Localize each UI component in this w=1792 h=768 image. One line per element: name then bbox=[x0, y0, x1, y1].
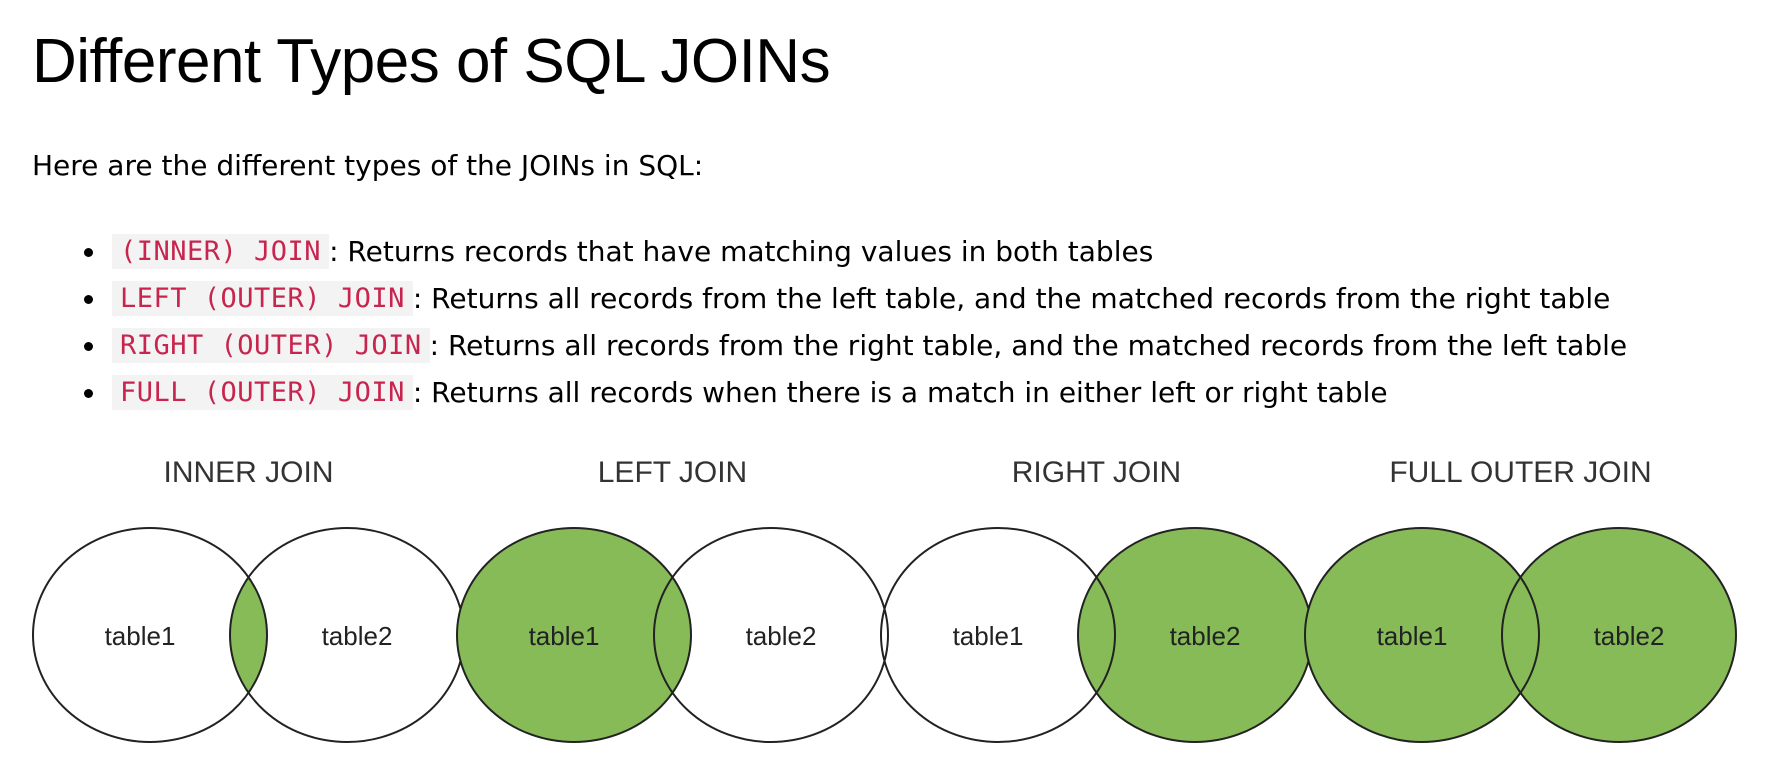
list-item-right-join: RIGHT (OUTER) JOIN : Returns all records… bbox=[0, 322, 1627, 369]
join-code: LEFT (OUTER) JOIN bbox=[112, 281, 413, 316]
left-table-label: table1 bbox=[1377, 621, 1448, 651]
join-code: RIGHT (OUTER) JOIN bbox=[112, 328, 430, 363]
left-table-label: table1 bbox=[105, 621, 176, 651]
list-item-full-join: FULL (OUTER) JOIN : Returns all records … bbox=[0, 369, 1627, 416]
right-table-label: table2 bbox=[1170, 621, 1241, 651]
intro-text: Here are the different types of the JOIN… bbox=[32, 149, 704, 182]
join-description: : Returns all records when there is a ma… bbox=[412, 376, 1388, 409]
left-table-label: table1 bbox=[953, 621, 1024, 651]
page-title: Different Types of SQL JOINs bbox=[32, 27, 831, 96]
venn-diagrams-svg: INNER JOIN table1 table2 LEFT JOIN table1 tab… bbox=[32, 456, 1737, 743]
right-table-label: table2 bbox=[322, 621, 393, 651]
diagram-title: LEFT JOIN bbox=[598, 456, 747, 489]
join-venn-diagrams: INNER JOIN table1 table2 LEFT JOIN table1 tab… bbox=[0, 445, 1792, 768]
join-types-list: (INNER) JOIN : Returns records that have… bbox=[0, 228, 1627, 416]
venn-right-join: RIGHT JOIN table1 table2 bbox=[880, 456, 1313, 743]
right-table-label: table2 bbox=[1594, 621, 1665, 651]
diagram-title: INNER JOIN bbox=[163, 456, 333, 489]
venn-inner-join: INNER JOIN table1 table2 bbox=[32, 456, 465, 743]
join-description: : Returns all records from the right tab… bbox=[429, 329, 1628, 362]
bullet-icon bbox=[84, 341, 93, 351]
join-description: : Returns all records from the left tabl… bbox=[412, 282, 1611, 315]
venn-full-outer-join: FULL OUTER JOIN table1 table2 bbox=[1304, 456, 1737, 743]
bullet-icon bbox=[84, 247, 93, 257]
diagram-title: FULL OUTER JOIN bbox=[1389, 456, 1651, 489]
right-table-label: table2 bbox=[746, 621, 817, 651]
list-item-inner-join: (INNER) JOIN : Returns records that have… bbox=[0, 228, 1627, 275]
bullet-icon bbox=[84, 294, 93, 304]
venn-left-join: LEFT JOIN table1 table2 bbox=[456, 456, 889, 743]
list-item-left-join: LEFT (OUTER) JOIN : Returns all records … bbox=[0, 275, 1627, 322]
bullet-icon bbox=[84, 388, 93, 398]
join-description: : Returns records that have matching val… bbox=[329, 235, 1154, 268]
left-table-label: table1 bbox=[529, 621, 600, 651]
diagram-title: RIGHT JOIN bbox=[1012, 456, 1181, 489]
join-code: FULL (OUTER) JOIN bbox=[112, 375, 413, 410]
join-code: (INNER) JOIN bbox=[112, 234, 330, 269]
